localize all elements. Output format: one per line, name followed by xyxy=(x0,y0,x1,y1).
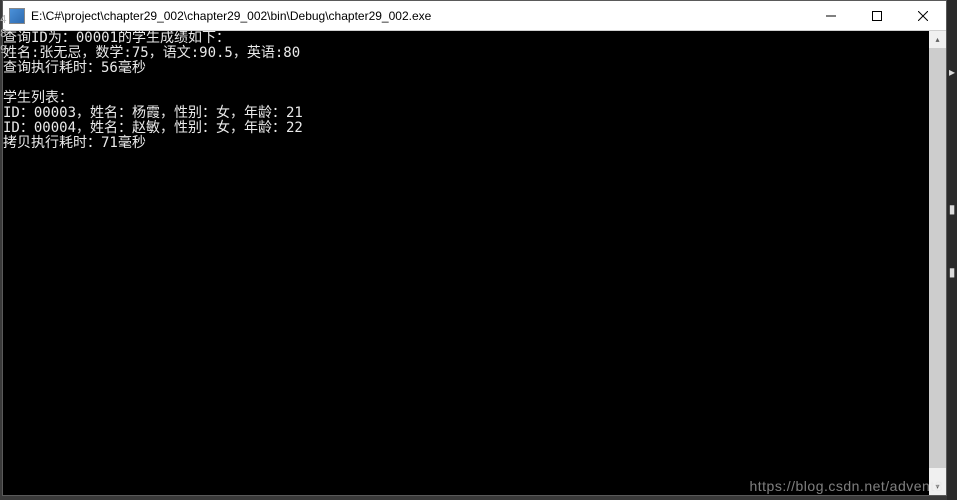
side-marker-icon: ▮ xyxy=(948,205,956,213)
window-controls xyxy=(808,1,946,31)
watermark-text: https://blog.csdn.net/advent8 xyxy=(749,478,943,494)
window-title: E:\C#\project\chapter29_002\chapter29_00… xyxy=(31,9,808,23)
console-area: 查询ID为：00001的学生成绩如下： 姓名:张无忌，数学:75，语文:90.5… xyxy=(3,31,946,495)
gutter-number: 9 xyxy=(0,43,7,56)
side-marker-icon: ▸ xyxy=(948,68,956,76)
close-button[interactable] xyxy=(900,1,946,31)
maximize-button[interactable] xyxy=(854,1,900,31)
gutter-number: 8 xyxy=(0,27,7,40)
titlebar[interactable]: E:\C#\project\chapter29_002\chapter29_00… xyxy=(3,1,946,31)
side-marker-icon: ▮ xyxy=(948,268,956,276)
console-window: E:\C#\project\chapter29_002\chapter29_00… xyxy=(2,0,947,496)
scroll-up-arrow[interactable]: ▴ xyxy=(929,31,946,48)
scrollbar-thumb[interactable] xyxy=(929,48,946,468)
console-output[interactable]: 查询ID为：00001的学生成绩如下： 姓名:张无忌，数学:75，语文:90.5… xyxy=(3,31,929,495)
vertical-scrollbar[interactable]: ▴ ▾ xyxy=(929,31,946,495)
right-side-strip: ▸ ▮ ▮ xyxy=(947,0,957,500)
gutter-number: 4 xyxy=(0,13,7,26)
app-icon xyxy=(9,8,25,24)
minimize-button[interactable] xyxy=(808,1,854,31)
